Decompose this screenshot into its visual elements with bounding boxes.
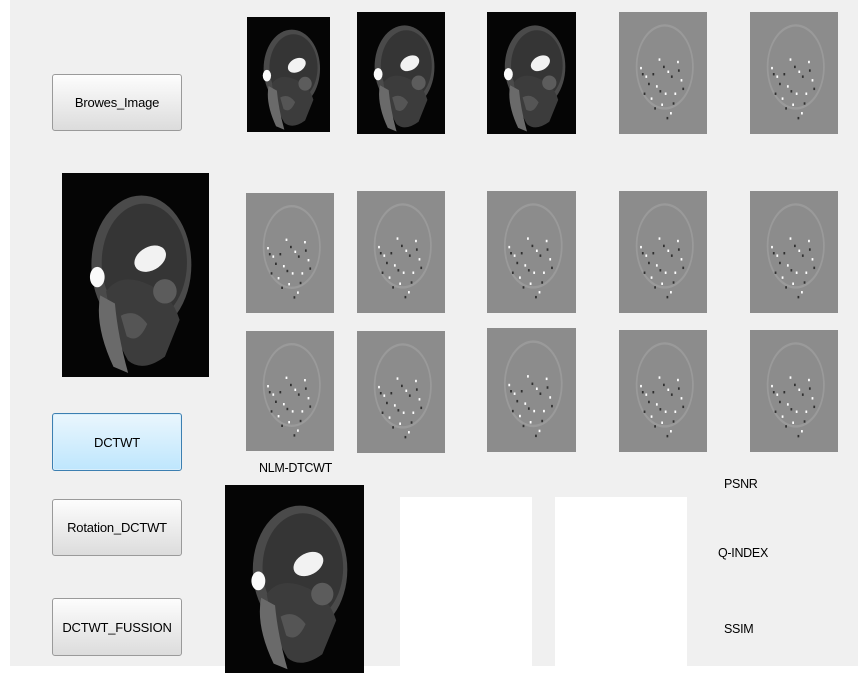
- ssim-label: SSIM: [724, 622, 754, 636]
- output-axes-3: [555, 497, 687, 673]
- output-axes-2: [400, 497, 532, 673]
- subband-image-r2c1: [246, 193, 334, 313]
- input-mri-image: [62, 173, 209, 377]
- rotation-dctwt-button[interactable]: Rotation_DCTWT: [52, 499, 182, 556]
- qindex-label: Q-INDEX: [718, 546, 768, 560]
- browse-image-button[interactable]: Browes_Image: [52, 74, 182, 131]
- subband-image-r1c4: [619, 12, 707, 134]
- nlm-dtcwt-label: NLM-DTCWT: [259, 461, 332, 475]
- subband-image-r3c5: [750, 330, 838, 452]
- lowpass-image-3: [487, 12, 576, 134]
- subband-image-r1c5: [750, 12, 838, 134]
- lowpass-image-1: [247, 17, 330, 132]
- subband-image-r2c2: [357, 191, 445, 313]
- subband-image-r2c3: [487, 191, 576, 313]
- dctwt-button[interactable]: DCTWT: [52, 413, 182, 471]
- subband-image-r3c1: [246, 331, 334, 451]
- subband-image-r2c4: [619, 191, 707, 313]
- subband-image-r3c2: [357, 331, 445, 453]
- psnr-label: PSNR: [724, 477, 758, 491]
- dctwt-fusion-button[interactable]: DCTWT_FUSSION: [52, 598, 182, 656]
- subband-image-r3c4: [619, 330, 707, 452]
- subband-image-r3c3: [487, 328, 576, 452]
- nlm-dtcwt-output-image: [225, 485, 364, 673]
- subband-image-r2c5: [750, 191, 838, 313]
- lowpass-image-2: [357, 12, 445, 134]
